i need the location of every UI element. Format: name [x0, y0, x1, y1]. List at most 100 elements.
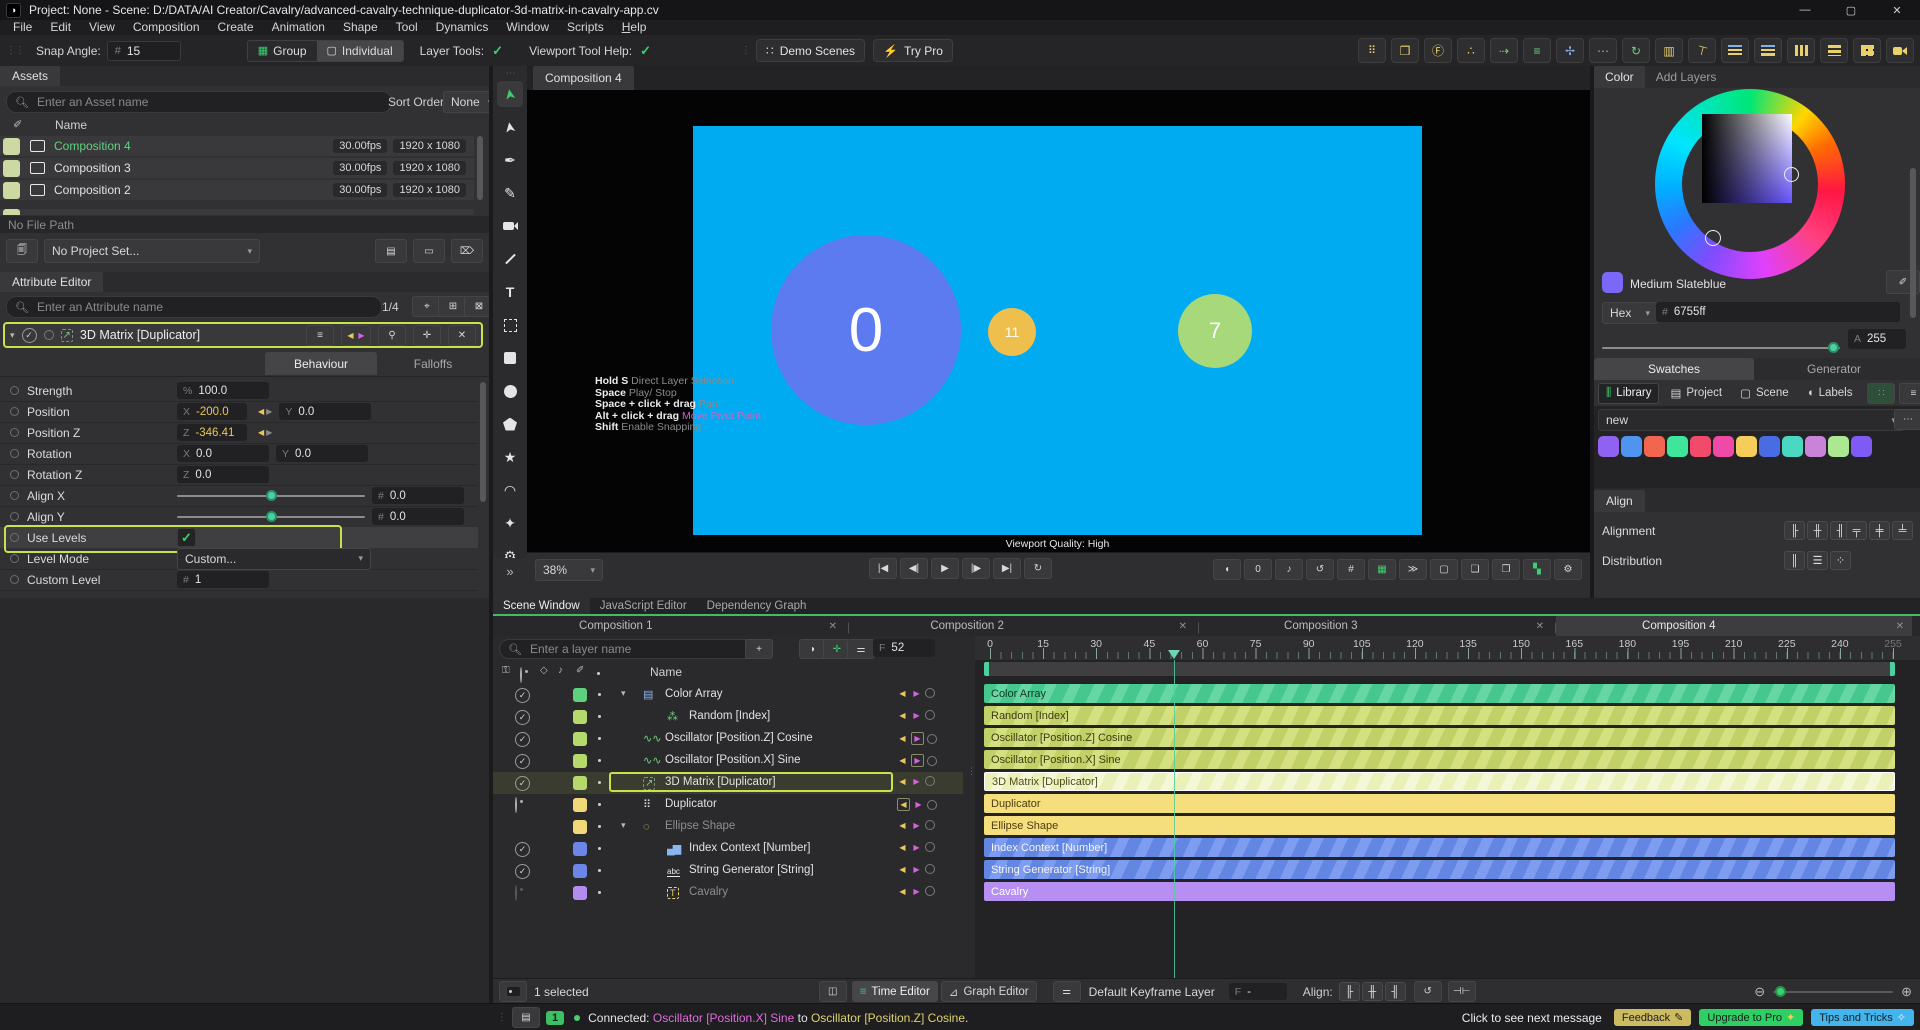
- snapshot-toggle-icon[interactable]: ▦: [1368, 559, 1396, 580]
- palette-swatch[interactable]: [1782, 436, 1803, 457]
- palette-swatch[interactable]: [1621, 436, 1642, 457]
- comp-tab-1[interactable]: Composition 1 ✕: [495, 616, 845, 636]
- timeline-bar[interactable]: Cavalry: [984, 882, 1895, 901]
- timeline-bar[interactable]: Random [Index]: [984, 706, 1895, 725]
- tool-pen[interactable]: ✒: [497, 147, 523, 173]
- render-column-icon[interactable]: ◇: [540, 665, 548, 676]
- distribute-space-icon[interactable]: ⁘: [1830, 551, 1851, 570]
- visibility-column-icon[interactable]: [520, 667, 522, 683]
- keyframe-dot[interactable]: [925, 688, 935, 698]
- keyframe-layer-icon[interactable]: ⚌︎: [1052, 981, 1081, 1002]
- cube-icon[interactable]: ❒: [1391, 38, 1419, 63]
- labels-filter-button[interactable]: ◖ Labels: [1800, 384, 1860, 403]
- viewport-canvas-area[interactable]: 0 11 7 Hold S Direct Layer Selection Space …: [527, 90, 1590, 552]
- align-top-icon[interactable]: ╤: [1846, 521, 1867, 540]
- layer-tools-checkbox[interactable]: ✓: [490, 43, 505, 58]
- keyframe-dot[interactable]: [925, 864, 935, 874]
- asset-color-swatch[interactable]: [3, 137, 20, 155]
- layer-row[interactable]: T Cavalry ◀ ▶: [493, 882, 963, 904]
- hex-field[interactable]: # 6755ff: [1656, 302, 1900, 322]
- attr-row-use-levels[interactable]: Use Levels ✓: [0, 525, 478, 553]
- solo-toggle[interactable]: [43, 330, 54, 340]
- attr-row-align-x[interactable]: Align X #0.0: [0, 485, 478, 507]
- layer-name[interactable]: String Generator [String]: [689, 864, 814, 876]
- close-icon[interactable]: ✕: [1528, 621, 1552, 632]
- timeline-bar[interactable]: Ellipse Shape: [984, 816, 1895, 835]
- attribute-editor-tab[interactable]: Attribute Editor: [0, 272, 104, 292]
- menu-view[interactable]: View: [80, 20, 124, 35]
- align-middle-icon[interactable]: ╪: [1869, 521, 1890, 540]
- scatter-icon[interactable]: ∴: [1457, 38, 1485, 63]
- assets-tab[interactable]: Assets: [0, 66, 61, 86]
- scene-filter-button[interactable]: ▢ Scene: [1733, 384, 1795, 403]
- layer-name[interactable]: Color Array: [665, 688, 723, 700]
- value-slider[interactable]: [177, 510, 365, 522]
- viewport-zoom-dropdown[interactable]: 38% ▾: [535, 559, 603, 581]
- layer-color-swatch[interactable]: [573, 688, 587, 702]
- try-pro-button[interactable]: ⚡ Try Pro: [873, 39, 953, 62]
- play-button[interactable]: ▶: [931, 558, 959, 579]
- grid-view-button[interactable]: ∷: [1867, 382, 1896, 404]
- menu-animation[interactable]: Animation: [263, 20, 334, 35]
- step-back-button[interactable]: ◀|: [900, 558, 928, 579]
- composition-canvas[interactable]: 0 11 7: [693, 126, 1422, 535]
- asset-row[interactable]: Composition 2 30.00fps 1920 x 1080: [0, 180, 474, 200]
- comp-tab-3[interactable]: Composition 3 ✕: [1199, 616, 1552, 636]
- timeline-bar[interactable]: String Generator [String]: [984, 860, 1895, 879]
- timeline-ruler[interactable]: 0 15 30 45 60 75 90 105 120 135 150 165 180 195 210 225…: [975, 636, 1920, 660]
- layers-toggle-icon[interactable]: ❏: [1461, 559, 1489, 580]
- layer-name[interactable]: Oscillator [Position.Z] Cosine: [665, 732, 813, 744]
- keyframe-steppers[interactable]: ◀ ▶: [258, 407, 272, 416]
- palette-swatch[interactable]: [1667, 436, 1688, 457]
- keyframe-dot[interactable]: [925, 776, 935, 786]
- tab-scene-window[interactable]: Scene Window: [493, 598, 590, 614]
- tool-pentagon[interactable]: [497, 411, 523, 437]
- number-field[interactable]: Y 0.0: [279, 403, 372, 420]
- keyframe-next-icon[interactable]: ▶: [911, 732, 924, 745]
- keyframe-prev-icon[interactable]: ◀: [897, 756, 908, 765]
- number-field[interactable]: Z -346.41: [177, 424, 247, 441]
- tool-line[interactable]: [497, 246, 523, 272]
- keyframe-prev-icon[interactable]: ◀: [897, 711, 908, 720]
- connect-dot[interactable]: [10, 428, 19, 437]
- menu-file[interactable]: File: [4, 20, 41, 35]
- keyframe-dot[interactable]: [927, 799, 937, 810]
- range-handle-left[interactable]: [984, 662, 989, 676]
- number-field[interactable]: X -200.0: [177, 403, 247, 420]
- pin-tool-icon[interactable]: ⊤: [1688, 38, 1716, 63]
- camera-view-icon[interactable]: [1886, 38, 1914, 63]
- zoom-in-icon[interactable]: ⊕: [1901, 984, 1912, 1000]
- graph-editor-button[interactable]: ⊿ Graph Editor: [940, 981, 1037, 1002]
- layer-name[interactable]: Oscillator [Position.X] Sine: [665, 754, 801, 766]
- time-editor-button[interactable]: ≡ Time Editor: [851, 981, 938, 1002]
- tool-pencil[interactable]: ✎: [497, 180, 523, 206]
- layer-color-swatch[interactable]: [573, 864, 587, 878]
- palette-swatch[interactable]: [1690, 436, 1711, 457]
- scene-circle[interactable]: 7: [1178, 294, 1252, 368]
- upgrade-pro-button[interactable]: Upgrade to Pro ✦: [1699, 1009, 1804, 1026]
- close-icon[interactable]: ✕: [1888, 621, 1912, 632]
- layer-name[interactable]: Index Context [Number]: [689, 842, 810, 854]
- pin-icon[interactable]: ⚲︎: [378, 324, 406, 346]
- layer-name[interactable]: Cavalry: [689, 886, 728, 898]
- checkbox[interactable]: ✓: [177, 528, 196, 547]
- message-count-badge[interactable]: 1: [546, 1010, 565, 1025]
- tab-javascript-editor[interactable]: JavaScript Editor: [590, 598, 697, 614]
- keyframe-dot[interactable]: [927, 755, 937, 766]
- attr-row-align-y[interactable]: Align Y #0.0: [0, 506, 478, 528]
- lasso-keys-button[interactable]: ↺: [1413, 981, 1442, 1002]
- move-icon[interactable]: ✛: [413, 324, 441, 346]
- keyframe-prev-icon[interactable]: ◀: [897, 821, 908, 830]
- keyframe-dot[interactable]: [925, 842, 935, 852]
- loop-button[interactable]: ↻: [1024, 558, 1052, 579]
- project-set-dropdown[interactable]: No Project Set... ▾: [44, 239, 260, 263]
- tab-color[interactable]: Color: [1594, 66, 1645, 88]
- align-center-icon[interactable]: ╫: [1807, 521, 1828, 540]
- keyframe-dot[interactable]: [925, 820, 935, 830]
- auto-frame-icon[interactable]: Ⓕ: [1424, 38, 1452, 63]
- asset-search-input[interactable]: 🔍︎: [6, 91, 392, 113]
- palette-swatch[interactable]: [1805, 436, 1826, 457]
- filter-settings-button[interactable]: ⚌︎: [847, 639, 875, 659]
- layer-color-swatch[interactable]: [573, 798, 587, 812]
- add-points-icon[interactable]: ✢: [1556, 38, 1584, 63]
